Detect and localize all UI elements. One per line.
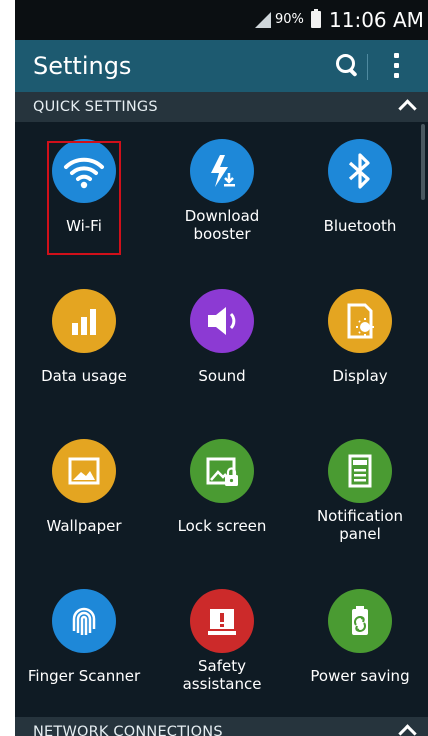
search-icon-handle <box>348 67 358 78</box>
tile-lock-screen[interactable]: Lock screen <box>153 422 291 572</box>
clock: 11:06 AM <box>329 8 424 32</box>
tile-icon-bg <box>190 589 254 653</box>
tile-safety-assistance[interactable]: Safety assistance <box>153 572 291 722</box>
tile-label-line: Download <box>184 207 260 225</box>
tile-label: Display <box>291 367 428 385</box>
tile-label-line: Safety <box>198 657 246 675</box>
tile-label-line: panel <box>339 525 381 543</box>
tile-download-booster[interactable]: Download booster <box>153 122 291 272</box>
page-title: Settings <box>33 52 132 80</box>
tile-label-line: Display <box>332 367 388 385</box>
tile-label-line: assistance <box>182 675 262 693</box>
more-options-button[interactable] <box>387 50 407 82</box>
safety-icon <box>208 609 236 635</box>
power-saving-icon <box>352 606 368 635</box>
tile-icon-bg <box>52 289 116 353</box>
section-header-label: NETWORK CONNECTIONS <box>33 724 223 736</box>
tile-icon-bg <box>190 289 254 353</box>
tile-wallpaper[interactable]: Wallpaper <box>15 422 153 572</box>
tile-icon-bg <box>190 139 254 203</box>
tile-label: Data usage <box>15 367 153 385</box>
tile-icon-bg <box>328 589 392 653</box>
tile-display[interactable]: Display <box>291 272 428 422</box>
tile-label-line: Wallpaper <box>46 517 122 535</box>
tile-label: Power saving <box>291 667 428 685</box>
app-bar: Settings <box>15 40 428 92</box>
chevron-up-icon <box>398 99 417 118</box>
display-icon <box>347 303 374 339</box>
tile-label: Notification panel <box>291 507 428 543</box>
battery-percent: 90% <box>275 12 304 27</box>
lock-screen-icon <box>206 457 238 486</box>
tile-data-usage[interactable]: Data usage <box>15 272 153 422</box>
tile-label: Finger Scanner <box>15 667 153 685</box>
notification-panel-icon <box>348 454 372 488</box>
download-booster-icon <box>211 155 235 187</box>
settings-screen: 90% 11:06 AM Settings QUICK SETTINGS Wi-… <box>15 0 428 736</box>
bluetooth-icon <box>348 153 370 189</box>
tile-icon-bg <box>52 589 116 653</box>
tile-icon-bg <box>52 439 116 503</box>
tile-finger-scanner[interactable]: Finger Scanner <box>15 572 153 722</box>
tile-icon-bg <box>328 289 392 353</box>
signal-icon <box>255 12 271 28</box>
data-usage-icon <box>72 309 96 335</box>
tile-label-line: Sound <box>198 367 246 385</box>
wifi-highlight-box <box>47 141 121 255</box>
search-button[interactable] <box>333 52 363 82</box>
tile-bluetooth[interactable]: Bluetooth <box>291 122 428 272</box>
section-header-quick-settings[interactable]: QUICK SETTINGS <box>15 92 428 122</box>
tile-label-line: Power saving <box>310 667 410 685</box>
tile-label-line: Finger Scanner <box>27 667 141 685</box>
more-options-icon-dot <box>394 73 399 78</box>
tile-icon-bg <box>190 439 254 503</box>
section-header-label: QUICK SETTINGS <box>33 99 158 115</box>
tile-power-saving[interactable]: Power saving <box>291 572 428 722</box>
tile-label: Download booster <box>153 207 291 243</box>
sound-icon <box>208 307 236 335</box>
tile-label-line: Lock screen <box>177 517 267 535</box>
tile-sound[interactable]: Sound <box>153 272 291 422</box>
tile-label: Lock screen <box>153 517 291 535</box>
tile-label: Wallpaper <box>15 517 153 535</box>
tile-label: Safety assistance <box>153 657 291 693</box>
status-bar: 90% 11:06 AM <box>15 0 428 40</box>
tile-label-line: Notification <box>316 507 404 525</box>
more-options-icon-dot <box>394 63 399 68</box>
section-header-network-connections[interactable]: NETWORK CONNECTIONS <box>15 717 428 736</box>
tile-icon-bg <box>328 139 392 203</box>
tile-notification-panel[interactable]: Notification panel <box>291 422 428 572</box>
tile-label: Bluetooth <box>291 217 428 235</box>
tile-label-line: Bluetooth <box>323 217 397 235</box>
battery-icon <box>311 9 321 28</box>
more-options-icon <box>394 53 399 58</box>
wallpaper-icon <box>68 457 100 485</box>
tile-label-line: Data usage <box>41 367 127 385</box>
tile-label-line: booster <box>193 225 251 243</box>
tile-label: Sound <box>153 367 291 385</box>
chevron-up-icon <box>398 724 417 736</box>
app-bar-divider <box>367 54 368 80</box>
tile-icon-bg <box>328 439 392 503</box>
fingerprint-icon <box>72 607 96 635</box>
